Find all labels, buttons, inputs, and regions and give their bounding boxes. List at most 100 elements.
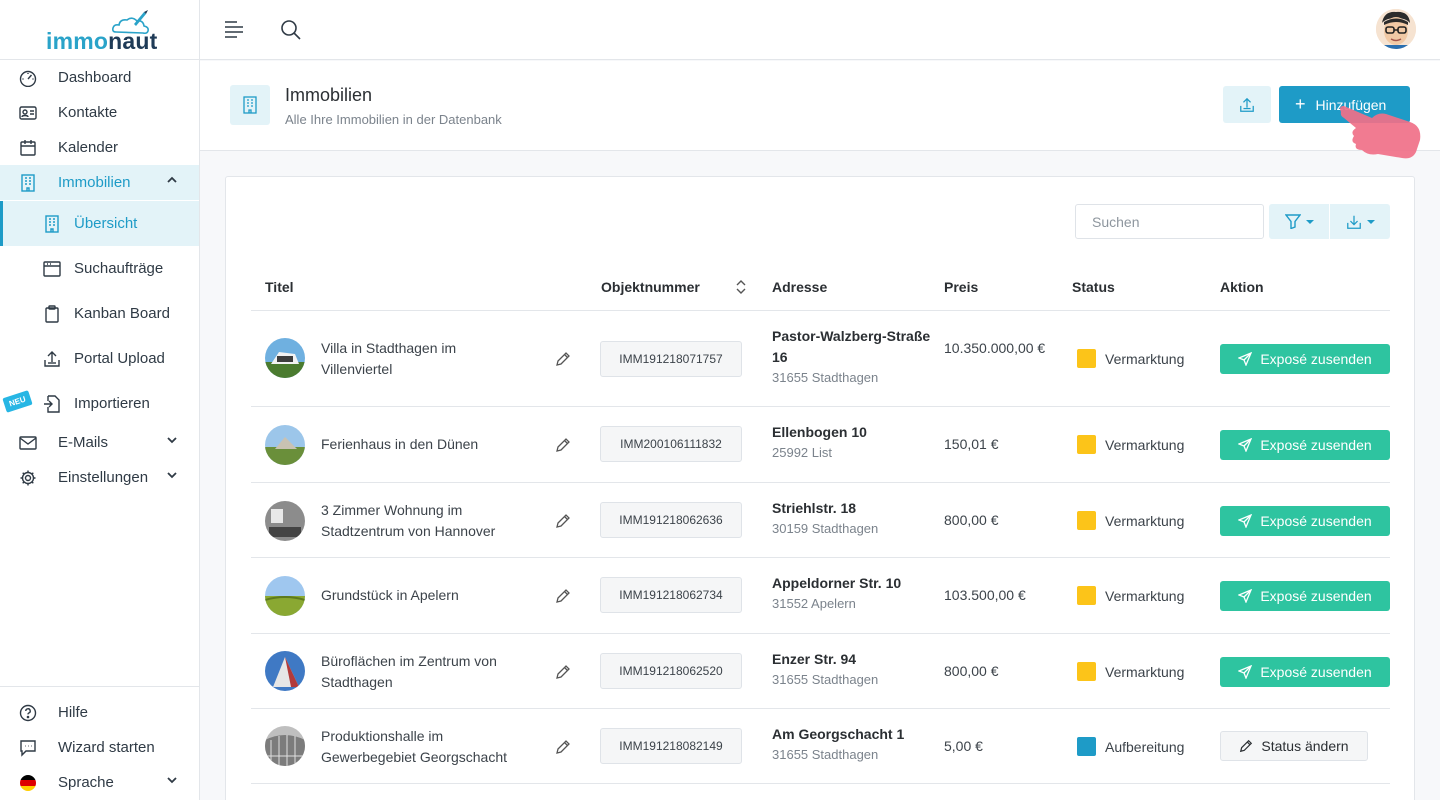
status-label: Vermarktung [1105, 587, 1185, 604]
sidebar-item-uebersicht[interactable]: Übersicht [0, 201, 199, 246]
pencil-icon[interactable] [555, 588, 571, 604]
pencil-icon[interactable] [555, 351, 571, 367]
address-street: Enzer Str. 94 [772, 651, 857, 667]
address-city: 31655 Stadthagen [772, 747, 879, 762]
avatar[interactable] [1376, 9, 1416, 49]
topbar [200, 0, 1440, 60]
object-number: IMM191218062520 [600, 653, 742, 689]
sidebar-item-portal-upload[interactable]: Portal Upload [0, 341, 199, 376]
status-indicator [1077, 586, 1096, 605]
filter-button[interactable] [1269, 204, 1329, 239]
sidebar-item-label: Kanban Board [74, 305, 170, 322]
sidebar-item-immobilien[interactable]: Immobilien [0, 165, 199, 200]
pencil-icon[interactable] [555, 437, 571, 453]
sidebar-item-einstellungen[interactable]: Einstellungen [0, 460, 199, 495]
property-title[interactable]: Villa in Stadthagen im Villenviertel [321, 338, 531, 380]
sidebar-item-importieren[interactable]: Importieren [0, 386, 199, 421]
filter-icon [1284, 214, 1301, 229]
chat-icon [18, 738, 38, 758]
table-row[interactable]: Produktionshalle im Gewerbegebiet Georgs… [251, 709, 1390, 784]
table-row[interactable]: Villa in Stadthagen im Villenviertel IMM… [251, 311, 1390, 407]
sidebar-item-kontakte[interactable]: Kontakte [0, 95, 199, 130]
property-thumbnail [265, 501, 305, 541]
address-city: 25992 List [772, 445, 832, 460]
price: 103.500,00 € [944, 587, 1026, 603]
chevron-down-icon [167, 777, 177, 784]
upload-icon [42, 349, 62, 369]
chevron-up-icon [167, 176, 177, 183]
send-expose-label: Exposé zusenden [1260, 588, 1372, 604]
sidebar-item-label: Kalender [58, 139, 119, 156]
table-row[interactable]: 3 Zimmer Wohnung im Stadtzentrum von Han… [251, 483, 1390, 558]
send-expose-button[interactable]: Exposé zusenden [1220, 657, 1390, 687]
upload-button[interactable] [1223, 86, 1271, 123]
sidebar-item-kanban[interactable]: Kanban Board [0, 296, 199, 331]
address: Pastor-Walzberg-Straße 16 31655 Stadthag… [772, 326, 932, 388]
send-expose-button[interactable]: Exposé zusenden [1220, 430, 1390, 460]
sidebar-item-kalender[interactable]: Kalender [0, 130, 199, 165]
property-title[interactable]: Büroflächen im Zentrum von Stadthagen [321, 651, 531, 693]
chevron-down-icon [167, 437, 177, 444]
column-header-titel[interactable]: Titel [265, 279, 294, 295]
sidebar: immonaut Dashboard Kontakte Kalender Imm… [0, 0, 200, 800]
send-expose-label: Exposé zusenden [1260, 664, 1372, 680]
price: 150,01 € [944, 436, 999, 452]
sidebar-item-label: Importieren [74, 395, 150, 412]
column-header-preis[interactable]: Preis [944, 279, 978, 295]
status-label: Vermarktung [1105, 512, 1185, 529]
logo[interactable]: immonaut [0, 0, 199, 60]
property-title[interactable]: Produktionshalle im Gewerbegebiet Georgs… [321, 726, 531, 768]
search-input[interactable]: Suchen [1075, 204, 1264, 239]
pencil-icon[interactable] [555, 739, 571, 755]
column-header-objektnummer[interactable]: Objektnummer [601, 279, 700, 295]
building-icon [42, 214, 62, 234]
german-flag-icon [18, 773, 38, 793]
export-button[interactable] [1330, 204, 1390, 239]
sidebar-item-label: Portal Upload [74, 350, 165, 367]
pencil-icon[interactable] [555, 664, 571, 680]
table-row[interactable]: Ferienhaus in den Dünen IMM200106111832 … [251, 407, 1390, 483]
speedometer-icon [18, 68, 38, 88]
sidebar-item-emails[interactable]: E-Mails [0, 425, 199, 460]
building-icon [230, 85, 270, 125]
column-header-adresse[interactable]: Adresse [772, 279, 827, 295]
sidebar-item-label: Dashboard [58, 69, 132, 86]
change-status-button[interactable]: Status ändern [1220, 731, 1368, 761]
table-row[interactable]: Grundstück in Apelern IMM191218062734 Ap… [251, 558, 1390, 634]
menu-icon[interactable] [224, 20, 244, 38]
clipboard-icon [42, 304, 62, 324]
calendar-icon [18, 138, 38, 158]
sidebar-item-sprache[interactable]: Sprache [0, 765, 199, 800]
status-label: Aufbereitung [1105, 738, 1185, 755]
property-title[interactable]: Grundstück in Apelern [321, 585, 531, 606]
sidebar-item-hilfe[interactable]: Hilfe [0, 695, 199, 730]
send-expose-button[interactable]: Exposé zusenden [1220, 581, 1390, 611]
status: Vermarktung [1077, 349, 1184, 368]
send-expose-button[interactable]: Exposé zusenden [1220, 344, 1390, 374]
status-indicator [1077, 737, 1096, 756]
caret-down-icon [1305, 219, 1314, 224]
contact-card-icon [18, 103, 38, 123]
property-title[interactable]: 3 Zimmer Wohnung im Stadtzentrum von Han… [321, 500, 531, 542]
address-city: 30159 Stadthagen [772, 521, 879, 536]
pencil-icon[interactable] [555, 513, 571, 529]
object-number: IMM191218082149 [600, 728, 742, 764]
price: 10.350.000,00 € [944, 340, 1046, 356]
search-icon[interactable] [280, 19, 302, 41]
column-header-status[interactable]: Status [1072, 279, 1115, 295]
sort-icon[interactable] [736, 280, 746, 294]
sidebar-item-suchauftraege[interactable]: Suchaufträge [0, 251, 199, 286]
status-indicator [1077, 349, 1096, 368]
send-expose-button[interactable]: Exposé zusenden [1220, 506, 1390, 536]
sidebar-item-wizard[interactable]: Wizard starten [0, 730, 199, 765]
send-expose-label: Exposé zusenden [1260, 437, 1372, 453]
property-title[interactable]: Ferienhaus in den Dünen [321, 434, 531, 455]
address-street: Pastor-Walzberg-Straße 16 [772, 328, 931, 365]
sidebar-item-label: Sprache [58, 774, 114, 791]
price: 5,00 € [944, 738, 983, 754]
envelope-icon [18, 433, 38, 453]
status: Vermarktung [1077, 511, 1184, 530]
sidebar-item-dashboard[interactable]: Dashboard [0, 60, 199, 95]
browser-window-icon [42, 259, 62, 279]
table-row[interactable]: Büroflächen im Zentrum von Stadthagen IM… [251, 634, 1390, 709]
